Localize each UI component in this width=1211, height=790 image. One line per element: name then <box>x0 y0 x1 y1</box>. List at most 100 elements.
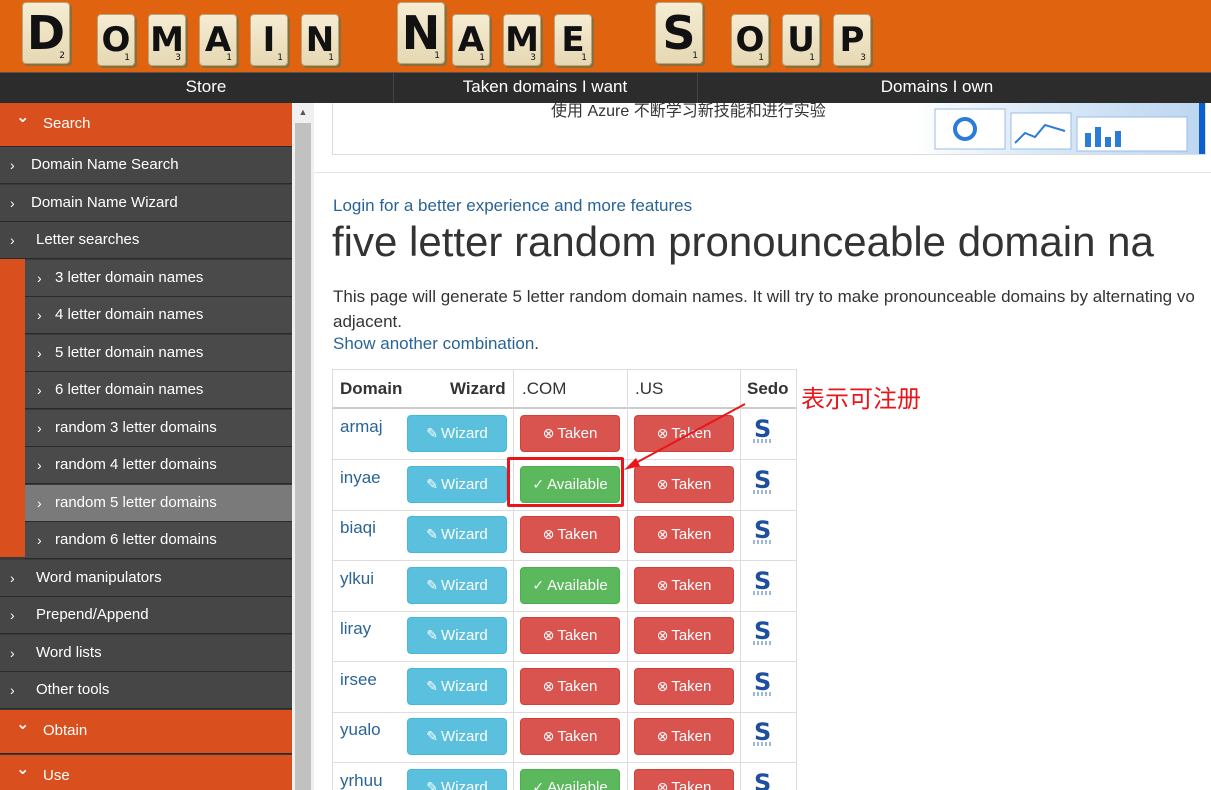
us-status-button[interactable]: ⊗ Taken <box>634 617 734 654</box>
login-link[interactable]: Login for a better experience and more f… <box>333 196 692 216</box>
wizard-button[interactable]: ✎ Wizard <box>407 516 507 553</box>
sidebar-item-other-tools[interactable]: › Other tools <box>0 672 292 709</box>
logo-tile-score: 1 <box>124 53 130 63</box>
magic-wand-icon: ✎ <box>426 475 439 492</box>
domain-link[interactable]: liray <box>340 619 371 639</box>
wizard-button[interactable]: ✎ Wizard <box>407 566 507 604</box>
sidebar-subitem-random-6-letter-domains[interactable]: › random 6 letter domains <box>25 522 292 559</box>
x-circle-icon: ⊗ <box>542 627 555 643</box>
sidebar-item-domain-name-search[interactable]: › Domain Name Search <box>0 147 292 184</box>
sidebar-item-word-lists[interactable]: › Word lists <box>0 634 292 672</box>
domain-link[interactable]: yualo <box>340 720 381 740</box>
chevron-right-icon: › <box>37 457 42 473</box>
sedo-icon[interactable]: S <box>752 415 774 447</box>
sedo-dots <box>753 641 773 645</box>
sedo-icon[interactable]: S <box>752 466 774 498</box>
com-status-button[interactable]: ⊗ Taken <box>520 516 620 553</box>
nav-domains-own[interactable]: Domains I own <box>698 73 1176 103</box>
sedo-icon[interactable]: S <box>752 567 774 599</box>
domain-link[interactable]: yrhuu <box>340 771 383 790</box>
scroll-thumb[interactable] <box>295 123 311 790</box>
wizard-button-label: Wizard <box>441 475 488 493</box>
wizard-button[interactable]: ✎ Wizard <box>407 465 507 503</box>
sidebar-subitem-6-letter-domain-names[interactable]: › 6 letter domain names <box>25 372 292 409</box>
wizard-button[interactable]: ✎ Wizard <box>407 617 507 654</box>
us-status-button[interactable]: ⊗ Taken <box>634 516 734 553</box>
wizard-button[interactable]: ✎ Wizard <box>407 415 507 452</box>
sidebar-item-label: Word lists <box>36 643 102 661</box>
sedo-icon[interactable]: S <box>752 516 774 548</box>
magic-wand-icon: ✎ <box>426 627 439 643</box>
sidebar-item-label: Domain Name Search <box>31 156 179 173</box>
wizard-button[interactable]: ✎ Wizard <box>407 768 507 790</box>
sidebar-section-use[interactable]: ⌄ Use <box>0 754 292 790</box>
magic-wand-icon: ✎ <box>426 425 439 441</box>
sedo-icon[interactable]: S <box>752 668 774 700</box>
sidebar-item-label: 5 letter domain names <box>55 343 204 361</box>
com-status-button[interactable]: ⊗ Taken <box>520 617 620 654</box>
sidebar-item-prepend-append[interactable]: › Prepend/Append <box>0 597 292 634</box>
sidebar-item-domain-name-wizard[interactable]: › Domain Name Wizard <box>0 184 292 222</box>
scroll-up-arrow-icon[interactable]: ▲ <box>292 103 314 121</box>
annotation-highlight-box <box>507 457 624 507</box>
sidebar-subitem-random-5-letter-domains[interactable]: › random 5 letter domains <box>25 484 292 522</box>
us-status-button[interactable]: ⊗ Taken <box>634 718 734 755</box>
logo-tile-score: 1 <box>581 53 587 63</box>
sidebar-item-letter-searches[interactable]: › Letter searches <box>0 222 292 259</box>
com-status-button[interactable]: ⊗ Taken <box>520 415 620 452</box>
ad-banner[interactable]: 使用 Azure 不断学习新技能和进行实验 <box>332 103 1206 155</box>
x-circle-icon: ⊗ <box>542 526 555 542</box>
sidebar-subitem-random-3-letter-domains[interactable]: › random 3 letter domains <box>25 409 292 447</box>
sedo-icon[interactable]: S <box>752 617 774 649</box>
com-status-button[interactable]: ⊗ Taken <box>520 667 620 705</box>
wizard-button-label: Wizard <box>441 728 488 745</box>
status-label: Taken <box>671 728 712 745</box>
sidebar-item-word-manipulators[interactable]: › Word manipulators <box>0 559 292 597</box>
logo-tile: M3 <box>148 14 186 66</box>
status-label: Available <box>547 576 608 594</box>
sedo-icon[interactable]: S <box>752 769 774 790</box>
table-row: biaqi ✎ Wizard ⊗ Taken ⊗ Taken S <box>332 510 797 561</box>
logo-tile: O1 <box>731 14 769 66</box>
sidebar-subitem-5-letter-domain-names[interactable]: › 5 letter domain names <box>25 334 292 372</box>
domain-link[interactable]: inyae <box>340 468 381 488</box>
chevron-right-icon: › <box>37 494 42 511</box>
chevron-right-icon: › <box>10 194 15 211</box>
wizard-button[interactable]: ✎ Wizard <box>407 667 507 705</box>
sidebar-subitem-4-letter-domain-names[interactable]: › 4 letter domain names <box>25 297 292 334</box>
us-status-button[interactable]: ⊗ Taken <box>634 566 734 604</box>
nav-taken-domains[interactable]: Taken domains I want <box>394 73 696 103</box>
logo-tile: N1 <box>397 2 445 64</box>
sidebar-section-obtain[interactable]: ⌄ Obtain <box>0 709 292 754</box>
us-status-button[interactable]: ⊗ Taken <box>634 415 734 452</box>
magic-wand-icon: ✎ <box>426 728 439 744</box>
nav-store[interactable]: Store <box>20 73 392 103</box>
wizard-button[interactable]: ✎ Wizard <box>407 718 507 755</box>
sidebar-subitem-random-4-letter-domains[interactable]: › random 4 letter domains <box>25 447 292 484</box>
table-row: yualo ✎ Wizard ⊗ Taken ⊗ Taken S <box>332 712 797 763</box>
sidebar-section-search[interactable]: ⌄ Search <box>0 103 292 147</box>
domain-link[interactable]: biaqi <box>340 518 376 538</box>
us-status-button[interactable]: ⊗ Taken <box>634 667 734 705</box>
logo-tile: N1 <box>301 14 339 66</box>
sidebar-scrollbar[interactable]: ▲ <box>292 103 314 790</box>
sidebar-subitem-3-letter-domain-names[interactable]: › 3 letter domain names <box>25 259 292 297</box>
logo-tile-score: 3 <box>530 53 536 63</box>
sedo-icon[interactable]: S <box>752 718 774 750</box>
us-status-button[interactable]: ⊗ Taken <box>634 465 734 503</box>
chevron-right-icon: › <box>37 344 42 361</box>
com-status-button[interactable]: ⊗ Taken <box>520 718 620 755</box>
domain-link[interactable]: ylkui <box>340 569 374 589</box>
com-status-button[interactable]: ✓ Available <box>520 768 620 790</box>
sidebar-item-label: 4 letter domain names <box>55 306 204 323</box>
status-label: Taken <box>671 475 712 493</box>
logo-tile: A1 <box>452 14 490 66</box>
check-circle-icon: ✓ <box>532 576 545 593</box>
com-status-button[interactable]: ✓ Available <box>520 566 620 604</box>
show-another-link[interactable]: Show another combination <box>333 334 534 353</box>
x-circle-icon: ⊗ <box>656 778 669 790</box>
domain-link[interactable]: armaj <box>340 417 383 437</box>
us-status-button[interactable]: ⊗ Taken <box>634 768 734 790</box>
domain-link[interactable]: irsee <box>340 670 377 690</box>
logo-tile-score: 1 <box>479 53 485 63</box>
